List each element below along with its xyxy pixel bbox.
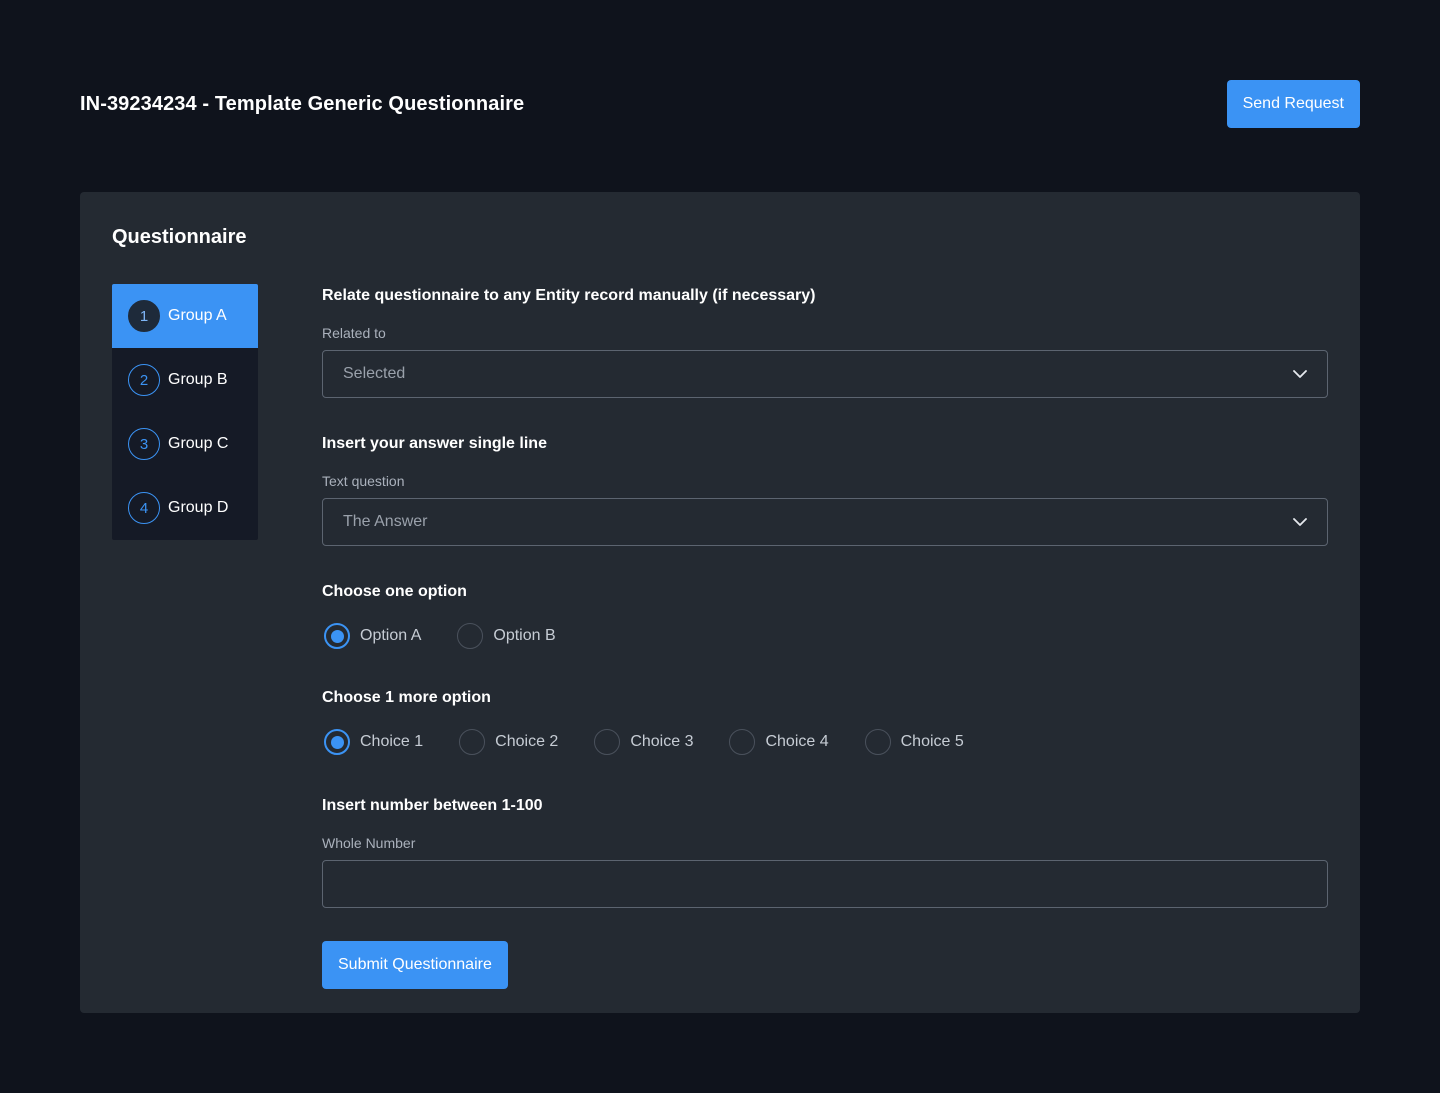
radio-unchecked-icon	[594, 729, 621, 755]
questionnaire-form: Relate questionnaire to any Entity recor…	[322, 286, 1328, 989]
page-header: IN-39234234 - Template Generic Questionn…	[80, 80, 1360, 128]
text-question-value: The Answer	[343, 513, 428, 530]
step-label: Group C	[168, 435, 229, 452]
page-title: IN-39234234 - Template Generic Questionn…	[80, 92, 525, 115]
group-stepper: 1 Group A 2 Group B 3 Group C 4 Group D	[112, 284, 258, 540]
radio-unchecked-icon	[459, 729, 486, 755]
chevron-down-icon	[1293, 515, 1307, 529]
step-number: 2	[128, 364, 160, 396]
related-to-value: Selected	[343, 365, 406, 382]
radio-group-more: Choice 1 Choice 2 Choice 3 Choice 4 Choi…	[322, 728, 1328, 756]
radio-choice-5[interactable]: Choice 5	[863, 729, 964, 755]
related-to-label: Related to	[322, 325, 386, 341]
radio-label: Option A	[360, 627, 422, 644]
radio-unchecked-icon	[457, 623, 484, 649]
step-group-c[interactable]: 3 Group C	[112, 412, 258, 476]
radio-option-b[interactable]: Option B	[455, 623, 556, 649]
radio-checked-icon	[324, 729, 350, 755]
question-single-line: Insert your answer single line	[322, 435, 547, 452]
step-label: Group B	[168, 371, 228, 388]
radio-choice-3[interactable]: Choice 3	[592, 729, 693, 755]
submit-questionnaire-button[interactable]: Submit Questionnaire	[322, 941, 508, 989]
radio-label: Choice 3	[630, 733, 694, 750]
radio-choice-1[interactable]: Choice 1	[322, 729, 423, 755]
whole-number-label: Whole Number	[322, 835, 416, 851]
step-number: 4	[128, 492, 160, 524]
step-group-d[interactable]: 4 Group D	[112, 476, 258, 540]
chevron-down-icon	[1293, 367, 1307, 381]
radio-choice-2[interactable]: Choice 2	[457, 729, 558, 755]
radio-unchecked-icon	[864, 729, 891, 755]
step-label: Group D	[168, 499, 229, 516]
step-label: Group A	[168, 307, 227, 324]
radio-label: Choice 4	[765, 733, 829, 750]
radio-unchecked-icon	[729, 729, 756, 755]
send-request-button[interactable]: Send Request	[1226, 80, 1360, 128]
radio-label: Choice 5	[900, 733, 964, 750]
step-group-b[interactable]: 2 Group B	[112, 348, 258, 412]
radio-option-a[interactable]: Option A	[322, 623, 421, 649]
card-title: Questionnaire	[112, 226, 247, 248]
text-question-select[interactable]: The Answer	[322, 498, 1328, 546]
radio-checked-icon	[324, 623, 350, 649]
radio-label: Option B	[493, 627, 556, 644]
question-choose-more: Choose 1 more option	[322, 689, 491, 706]
question-number: Insert number between 1-100	[322, 797, 543, 814]
text-question-label: Text question	[322, 473, 405, 489]
radio-group-one: Option A Option B	[322, 622, 1328, 650]
radio-label: Choice 1	[360, 733, 424, 750]
step-number: 3	[128, 428, 160, 460]
questionnaire-card: Questionnaire 1 Group A 2 Group B 3 Grou…	[80, 192, 1360, 1013]
radio-label: Choice 2	[495, 733, 559, 750]
question-choose-one: Choose one option	[322, 583, 467, 600]
question-related: Relate questionnaire to any Entity recor…	[322, 287, 816, 304]
step-group-a[interactable]: 1 Group A	[112, 284, 258, 348]
related-to-select[interactable]: Selected	[322, 350, 1328, 398]
step-number: 1	[128, 300, 160, 332]
whole-number-input[interactable]	[322, 860, 1328, 908]
radio-choice-4[interactable]: Choice 4	[727, 729, 829, 755]
